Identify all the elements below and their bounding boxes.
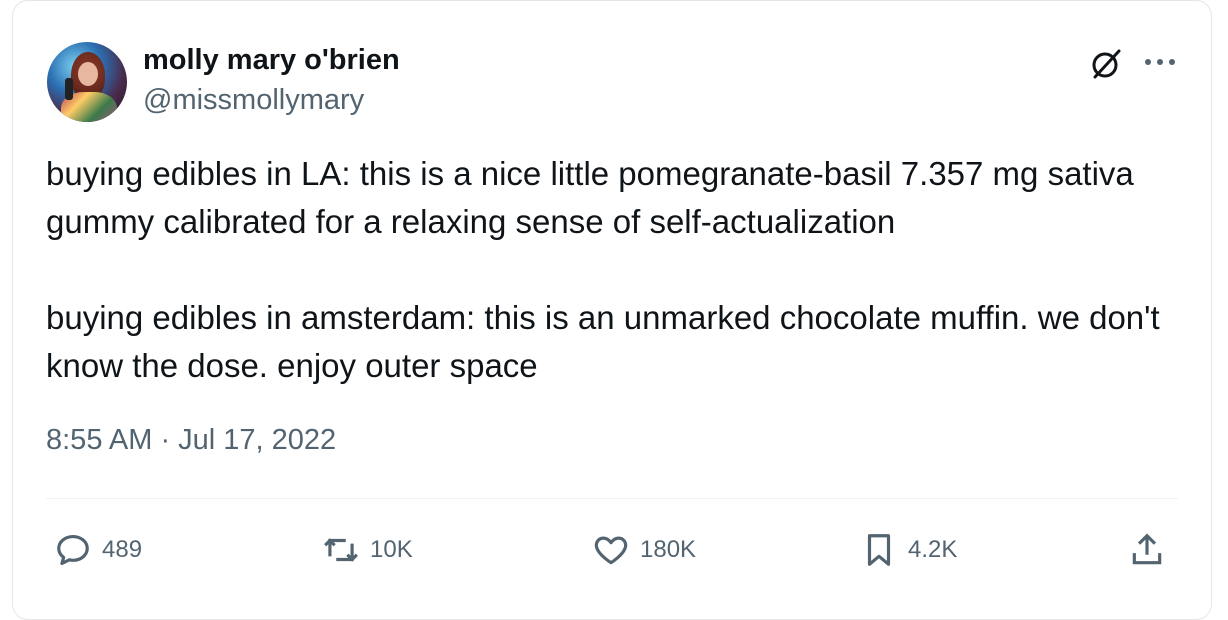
bookmark-icon <box>867 534 891 566</box>
tweet-text: buying edibles in LA: this is a nice lit… <box>46 150 1196 390</box>
bookmark-button[interactable]: 4.2K <box>860 528 957 572</box>
divider <box>46 498 1178 499</box>
avatar[interactable] <box>47 42 127 122</box>
like-button[interactable]: 180K <box>592 528 696 572</box>
tweet-paragraph: buying edibles in LA: this is a nice lit… <box>46 155 1134 240</box>
repost-count: 10K <box>370 536 413 563</box>
share-icon <box>1132 533 1162 565</box>
grok-icon[interactable] <box>1088 46 1124 82</box>
like-icon <box>594 536 628 565</box>
reply-button[interactable]: 489 <box>54 528 142 572</box>
share-button[interactable] <box>1128 528 1166 572</box>
author-handle[interactable]: @missmollymary <box>143 84 364 117</box>
like-count: 180K <box>640 536 697 563</box>
tweet-timestamp[interactable]: 8:55 AM · Jul 17, 2022 <box>46 424 336 457</box>
repost-icon <box>324 538 358 562</box>
tweet-paragraph: buying edibles in amsterdam: this is an … <box>46 299 1160 384</box>
bookmark-count: 4.2K <box>908 536 958 563</box>
reply-count: 489 <box>102 536 143 563</box>
reply-icon <box>57 534 89 566</box>
author-display-name[interactable]: molly mary o'brien <box>143 44 400 77</box>
more-options-icon[interactable] <box>1140 44 1180 80</box>
repost-button[interactable]: 10K <box>322 528 413 572</box>
